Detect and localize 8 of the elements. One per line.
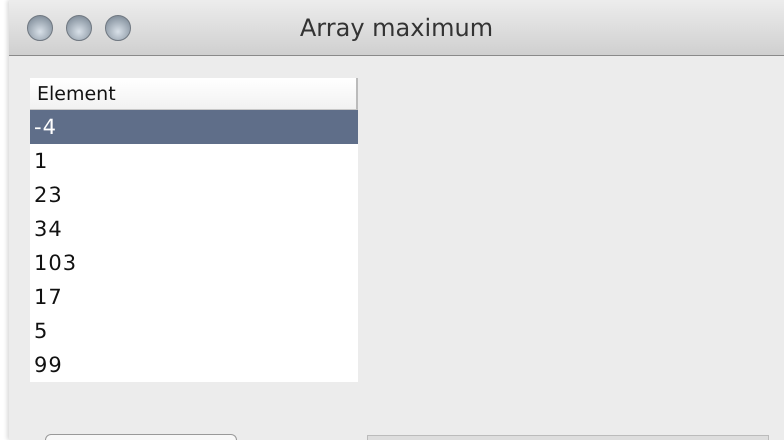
column-header[interactable]: Element (30, 78, 358, 110)
table-row[interactable]: -4 (30, 110, 358, 144)
window-title: Array maximum (300, 14, 494, 42)
window-control-button[interactable] (105, 14, 131, 40)
window-control-button[interactable] (27, 14, 53, 40)
input-field[interactable] (367, 435, 769, 440)
button[interactable] (45, 434, 237, 440)
window-control-button[interactable] (66, 14, 92, 40)
